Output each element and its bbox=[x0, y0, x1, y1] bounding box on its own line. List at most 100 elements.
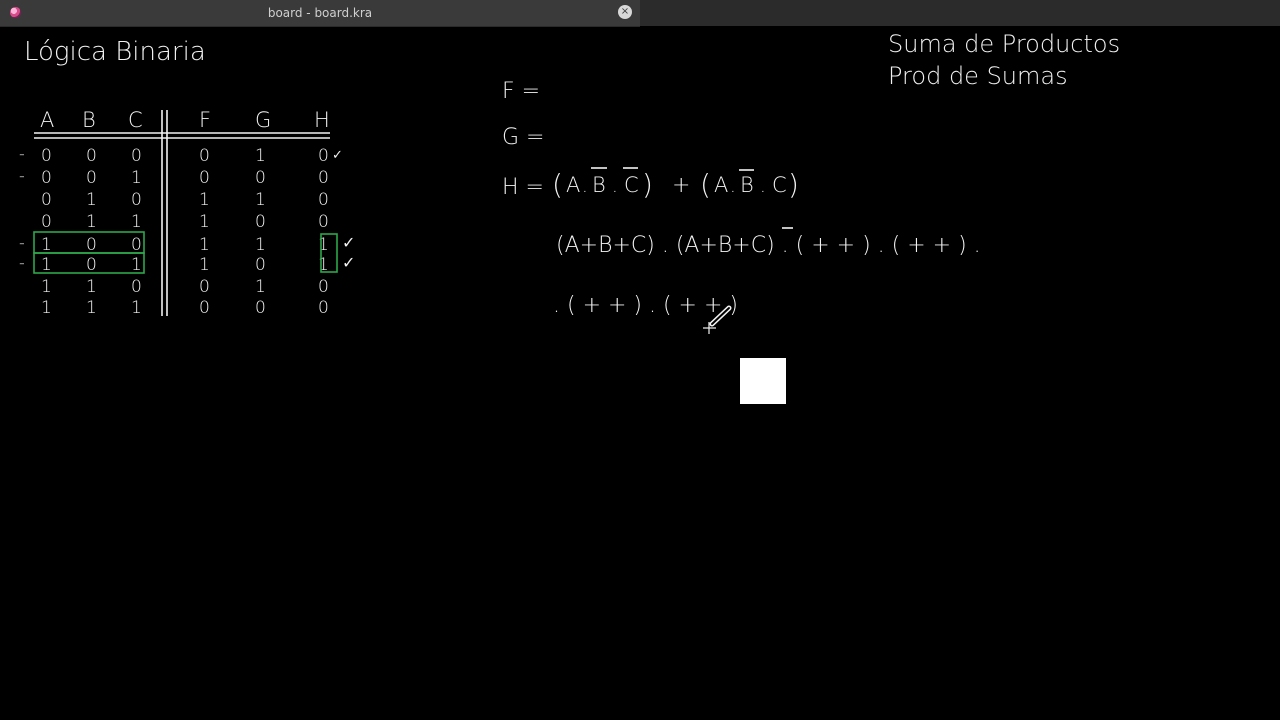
table-cell: 1 bbox=[41, 235, 52, 255]
table-cell: 1 bbox=[86, 277, 97, 297]
table-cell: 1 bbox=[255, 277, 266, 297]
row-dash-mark: - bbox=[19, 233, 25, 252]
header-h: H bbox=[314, 108, 330, 132]
h-term2-c: C bbox=[772, 173, 787, 197]
table-cell: 0 bbox=[199, 168, 210, 188]
table-cell: 0 bbox=[318, 298, 329, 318]
h-term1-open: ( bbox=[552, 168, 563, 201]
table-cell: 0 bbox=[131, 277, 142, 297]
table-cell: 1 bbox=[255, 190, 266, 210]
table-row: 1 1 1 0 0 0 bbox=[41, 298, 329, 318]
header-b: B bbox=[82, 108, 96, 132]
note-suma-de-productos: Suma de Productos bbox=[888, 30, 1120, 58]
h-term1-dot1: . bbox=[582, 176, 588, 197]
h-term2-dot2: . bbox=[760, 176, 766, 197]
table-cell: 1 bbox=[199, 190, 210, 210]
h-term2-open: ( bbox=[700, 168, 711, 201]
h-plus: + bbox=[672, 173, 690, 198]
table-cell: 1 bbox=[86, 212, 97, 232]
table-cell: 1 bbox=[41, 298, 52, 318]
table-cell: 0 bbox=[41, 212, 52, 232]
table-cell: 0 bbox=[318, 212, 329, 232]
table-cell: 1 bbox=[318, 235, 329, 255]
table-cell: 0 bbox=[41, 168, 52, 188]
table-cell: 0 bbox=[86, 255, 97, 275]
table-cell: 0 bbox=[86, 146, 97, 166]
table-cell: 1 bbox=[131, 168, 142, 188]
header-a: A bbox=[40, 108, 54, 132]
table-cell: 0 bbox=[41, 146, 52, 166]
table-row: 0 0 0 0 1 0- ✓ bbox=[19, 144, 343, 166]
h-term2-a: A bbox=[714, 173, 728, 197]
equation-g: G = bbox=[502, 125, 544, 150]
equation-f: F = bbox=[502, 79, 540, 104]
h-term2-close: ) bbox=[788, 168, 799, 201]
h-term2-b: B bbox=[740, 173, 754, 197]
table-row: 0 1 0 1 1 0 bbox=[41, 190, 329, 210]
table-cell: 1 bbox=[86, 298, 97, 318]
header-g: G bbox=[255, 108, 271, 132]
table-cell: 1 bbox=[41, 277, 52, 297]
table-cell: 1 bbox=[255, 235, 266, 255]
table-cell: 0 bbox=[255, 168, 266, 188]
note-prod-de-sumas: Prod de Sumas bbox=[888, 62, 1068, 90]
table-cell: 0 bbox=[318, 146, 329, 166]
table-cell: 1 bbox=[41, 255, 52, 275]
board-svg[interactable]: Lógica Binaria Suma de Productos Prod de… bbox=[0, 27, 1280, 720]
table-row: 1 0 1 1 0 1- ✓ bbox=[19, 253, 355, 275]
h-term1-c: C bbox=[624, 173, 639, 197]
table-cell: 0 bbox=[318, 190, 329, 210]
table-cell: 0 bbox=[199, 277, 210, 297]
pos-line-1: (A+B+C) . (A+B+C) . ( + + ) . ( + + ) . bbox=[556, 233, 981, 258]
header-c: C bbox=[128, 108, 143, 132]
table-cell: 0 bbox=[131, 235, 142, 255]
close-button[interactable]: × bbox=[618, 5, 632, 19]
row-dash-mark: - bbox=[19, 166, 25, 185]
h-term1-close: ) bbox=[642, 168, 653, 201]
truth-table: A B C F G H 0 0 0 0 1 0- ✓0 0 1 0 0 0-0 1 0 1 1 00 1 1 1 0 01… bbox=[19, 108, 355, 318]
table-cell: 0 bbox=[255, 298, 266, 318]
pos-line-2: . ( + + ) . ( + + ) bbox=[553, 293, 738, 318]
table-cell: 0 bbox=[86, 168, 97, 188]
table-row: 0 0 1 0 0 0- bbox=[19, 166, 329, 188]
check-mark: ✓ bbox=[332, 148, 343, 163]
table-cell: 0 bbox=[199, 298, 210, 318]
equations: F = G = H = ( A . B . C ) + ( A . B . C … bbox=[502, 79, 981, 318]
title-bar[interactable]: board - board.kra × bbox=[0, 0, 640, 27]
table-cell: 0 bbox=[318, 277, 329, 297]
h-term1-dot2: . bbox=[612, 176, 618, 197]
table-cell: 1 bbox=[131, 298, 142, 318]
table-cell: 0 bbox=[255, 255, 266, 275]
table-cell: 0 bbox=[199, 146, 210, 166]
row-dash-mark: - bbox=[19, 253, 25, 272]
table-cell: 1 bbox=[131, 212, 142, 232]
header-f: F bbox=[199, 108, 211, 132]
table-cell: 1 bbox=[199, 235, 210, 255]
table-cell: 1 bbox=[199, 255, 210, 275]
h-term1-b: B bbox=[592, 173, 606, 197]
board-title: Lógica Binaria bbox=[24, 37, 206, 67]
white-square bbox=[740, 358, 786, 404]
table-cell: 0 bbox=[41, 190, 52, 210]
table-cell: 0 bbox=[255, 212, 266, 232]
title-bar-empty bbox=[640, 0, 1280, 26]
table-cell: 0 bbox=[131, 146, 142, 166]
table-row: 0 1 1 1 0 0 bbox=[41, 212, 329, 232]
table-cell: 1 bbox=[131, 255, 142, 275]
table-cell: 1 bbox=[199, 212, 210, 232]
table-cell: 1 bbox=[86, 190, 97, 210]
check-mark: ✓ bbox=[342, 253, 355, 272]
check-mark: ✓ bbox=[342, 233, 355, 252]
h-term2-dot1: . bbox=[730, 176, 736, 197]
table-cell: 0 bbox=[318, 168, 329, 188]
h-term1-a: A bbox=[566, 173, 580, 197]
table-row: 1 0 0 1 1 1- ✓ bbox=[19, 233, 355, 255]
table-cell: 0 bbox=[86, 235, 97, 255]
equation-h: H = bbox=[502, 175, 544, 200]
table-cell: 1 bbox=[255, 146, 266, 166]
window-title: board - board.kra bbox=[267, 6, 373, 20]
row-dash-mark: - bbox=[19, 144, 25, 163]
table-row: 1 1 0 0 1 0 bbox=[41, 277, 329, 297]
drawing-canvas[interactable]: Lógica Binaria Suma de Productos Prod de… bbox=[0, 27, 1280, 720]
table-cell: 0 bbox=[131, 190, 142, 210]
